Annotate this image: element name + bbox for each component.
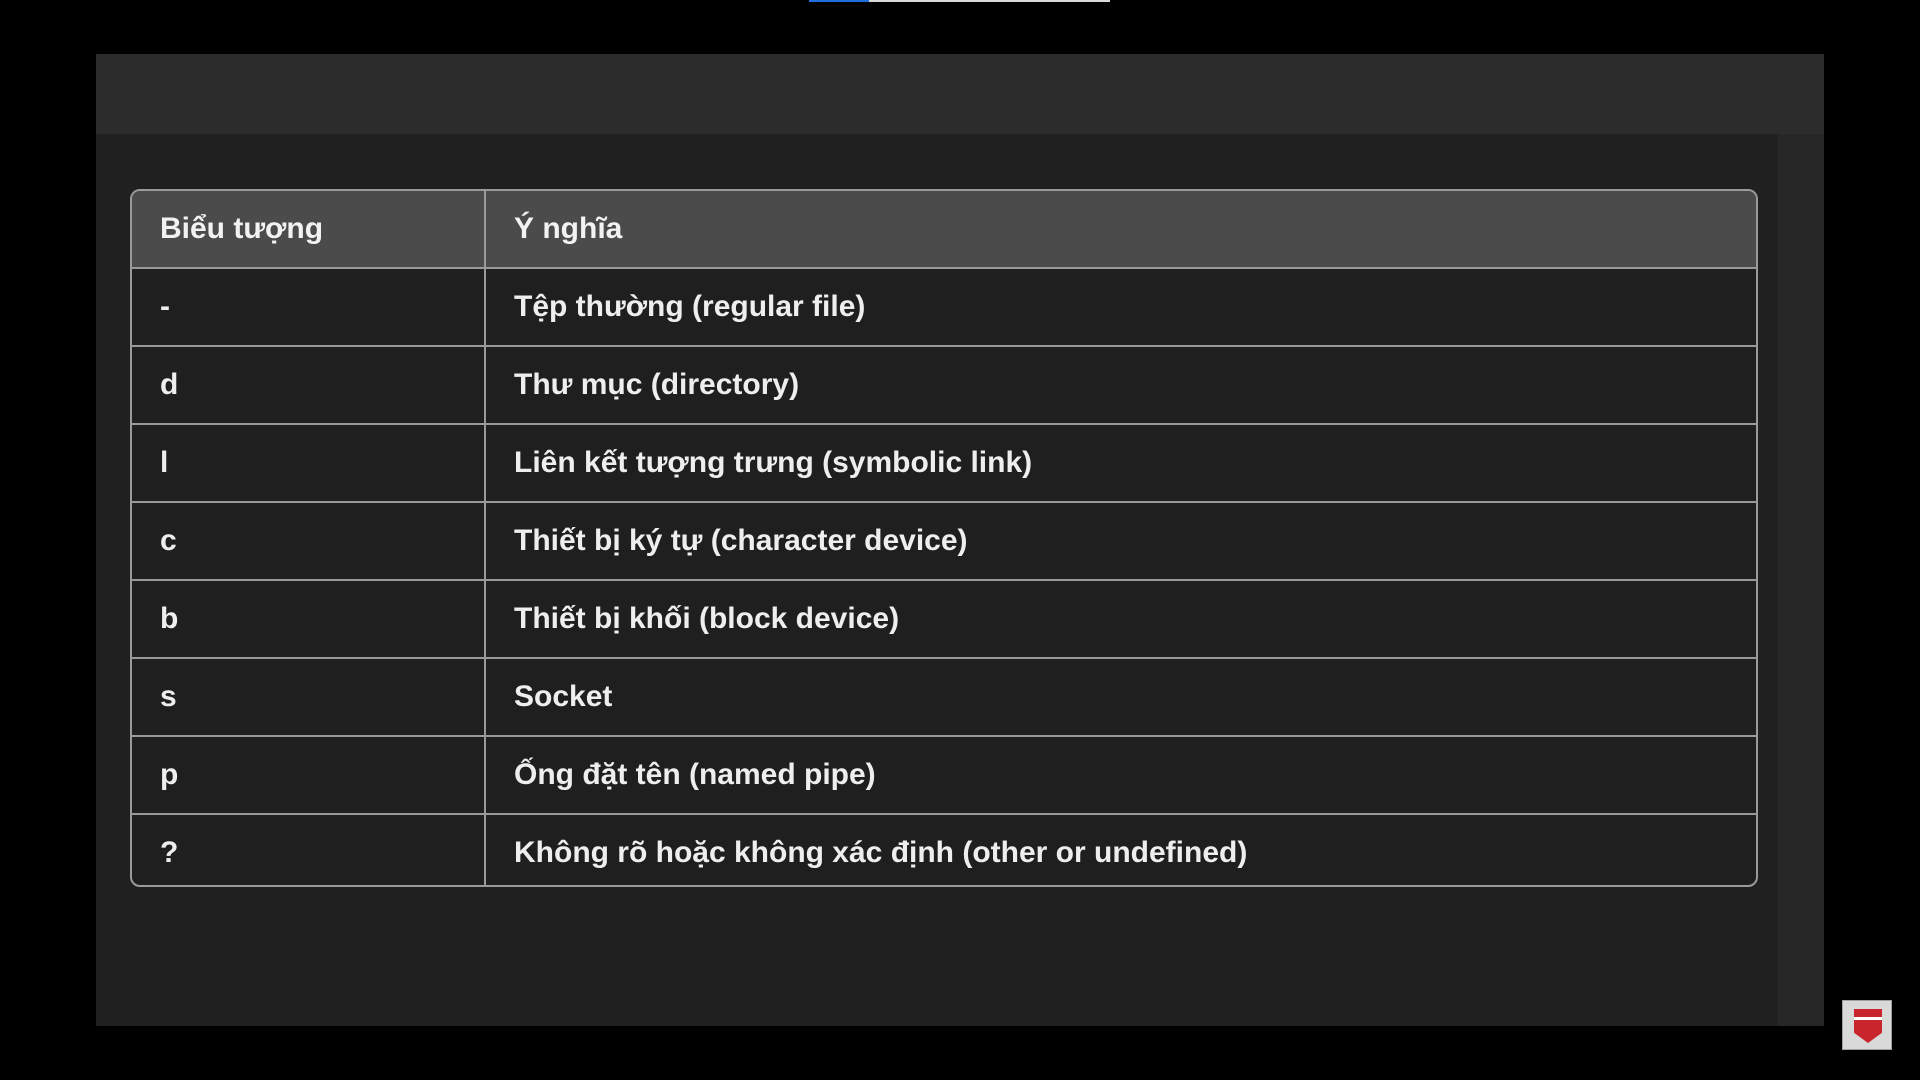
symbol-cell: s bbox=[132, 658, 486, 737]
table-row: - Tệp thường (regular file) bbox=[132, 268, 1756, 347]
symbol-cell: - bbox=[132, 268, 486, 347]
slide-top-band bbox=[96, 54, 1824, 134]
header-symbol: Biểu tượng bbox=[132, 191, 486, 269]
symbol-cell: ? bbox=[132, 814, 486, 885]
symbol-cell: l bbox=[132, 424, 486, 503]
meaning-cell: Thiết bị ký tự (character device) bbox=[485, 502, 1756, 581]
file-type-table-grid: Biểu tượng Ý nghĩa - Tệp thường (regular… bbox=[132, 191, 1756, 885]
meaning-cell: Tệp thường (regular file) bbox=[485, 268, 1756, 347]
meaning-cell: Ống đặt tên (named pipe) bbox=[485, 736, 1756, 815]
header-meaning: Ý nghĩa bbox=[485, 191, 1756, 269]
video-progress-fill bbox=[809, 0, 869, 2]
table-row: d Thư mục (directory) bbox=[132, 346, 1756, 425]
table-row: ? Không rõ hoặc không xác định (other or… bbox=[132, 814, 1756, 885]
table-row: p Ống đặt tên (named pipe) bbox=[132, 736, 1756, 815]
meaning-cell: Thư mục (directory) bbox=[485, 346, 1756, 425]
meaning-cell: Không rõ hoặc không xác định (other or u… bbox=[514, 836, 1248, 869]
table-row: l Liên kết tượng trưng (symbolic link) bbox=[132, 424, 1756, 503]
table-row: s Socket bbox=[132, 658, 1756, 737]
table-header-row: Biểu tượng Ý nghĩa bbox=[132, 191, 1756, 269]
table-row: c Thiết bị ký tự (character device) bbox=[132, 502, 1756, 581]
symbol-cell: p bbox=[132, 736, 486, 815]
meaning-cell: Socket bbox=[485, 658, 1756, 737]
meaning-cell: Thiết bị khối (block device) bbox=[485, 580, 1756, 659]
symbol-cell: c bbox=[132, 502, 486, 581]
meaning-cell: Liên kết tượng trưng (symbolic link) bbox=[485, 424, 1756, 503]
symbol-cell: d bbox=[132, 346, 486, 425]
logo-stripe bbox=[1854, 1017, 1882, 1020]
symbol-cell: b bbox=[132, 580, 486, 659]
table-row: b Thiết bị khối (block device) bbox=[132, 580, 1756, 659]
video-progress-bar[interactable] bbox=[809, 0, 1110, 2]
file-type-table: Biểu tượng Ý nghĩa - Tệp thường (regular… bbox=[130, 189, 1758, 887]
logo-shield-shape bbox=[1854, 1009, 1882, 1043]
channel-logo-icon[interactable] bbox=[1842, 1000, 1892, 1050]
